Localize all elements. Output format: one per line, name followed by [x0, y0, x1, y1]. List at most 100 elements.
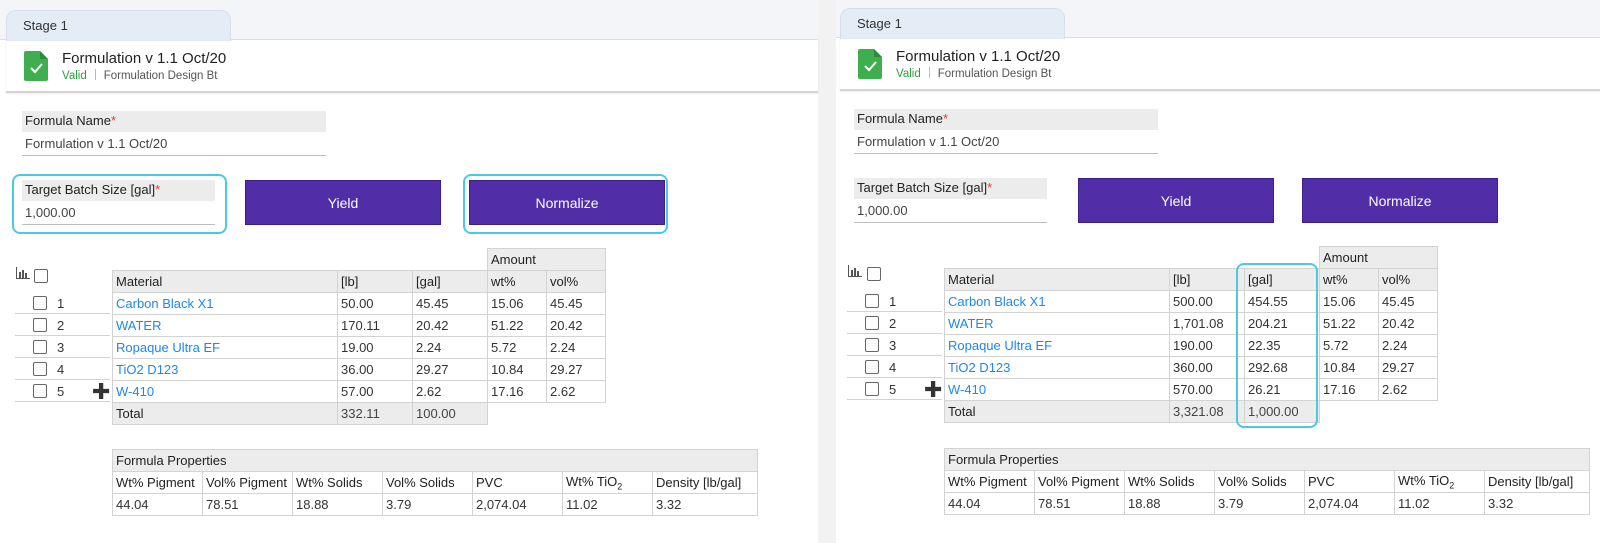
wt-cell[interactable]: 51.22 [487, 314, 547, 337]
vol-cell[interactable]: 2.62 [1378, 378, 1438, 401]
formulation-header: Formulation v 1.1 Oct/20 Valid Formulatio… [6, 41, 818, 93]
lb-cell[interactable]: 50.00 [337, 292, 413, 315]
batch-size-input[interactable]: 1,000.00 [22, 201, 215, 225]
wt-cell[interactable]: 5.72 [1319, 334, 1379, 357]
batch-size-field[interactable]: Target Batch Size [gal]* 1,000.00 [854, 178, 1047, 223]
row-checkbox[interactable] [33, 296, 47, 310]
material-link[interactable]: W-410 [112, 380, 338, 403]
gal-cell[interactable]: 2.24 [412, 336, 488, 359]
property-header: PVC [1304, 470, 1395, 493]
lb-cell[interactable]: 190.00 [1169, 334, 1245, 357]
material-link[interactable]: Carbon Black X1 [944, 290, 1170, 313]
batch-size-input[interactable]: 1,000.00 [854, 199, 1047, 223]
normalize-button[interactable]: Normalize [1302, 178, 1498, 223]
material-link[interactable]: WATER [944, 312, 1170, 335]
material-column-header[interactable]: Material [112, 270, 338, 293]
wt-cell[interactable]: 17.16 [487, 380, 547, 403]
row-checkbox[interactable] [865, 382, 879, 396]
total-label: Total [944, 400, 1170, 423]
plus-icon[interactable]: ✚ [924, 379, 942, 401]
formula-name-input[interactable]: Formulation v 1.1 Oct/20 [854, 130, 1158, 154]
row-checkbox[interactable] [865, 294, 879, 308]
table-header-row: Material [lb] [gal] wt% vol% [944, 268, 1438, 291]
lb-cell[interactable]: 170.11 [337, 314, 413, 337]
lb-column-header[interactable]: [lb] [337, 270, 413, 293]
normalize-button[interactable]: Normalize [469, 180, 665, 225]
lb-cell[interactable]: 19.00 [337, 336, 413, 359]
gal-cell[interactable]: 29.27 [412, 358, 488, 381]
formula-properties-table: Formula Properties Wt% Pigment Vol% Pigm… [112, 449, 758, 516]
formula-name-field[interactable]: Formula Name* Formulation v 1.1 Oct/20 [854, 109, 1158, 154]
gal-cell[interactable]: 2.62 [412, 380, 488, 403]
material-link[interactable]: WATER [112, 314, 338, 337]
wt-cell[interactable]: 10.84 [487, 358, 547, 381]
vol-cell[interactable]: 29.27 [1378, 356, 1438, 379]
material-column-header[interactable]: Material [944, 268, 1170, 291]
vol-cell[interactable]: 2.24 [1378, 334, 1438, 357]
lb-cell[interactable]: 1,701.08 [1169, 312, 1245, 335]
required-mark: * [987, 180, 993, 195]
tab-stage-1[interactable]: Stage 1 [6, 10, 231, 41]
lb-cell[interactable]: 500.00 [1169, 290, 1245, 313]
wt-cell[interactable]: 15.06 [487, 292, 547, 315]
material-link[interactable]: W-410 [944, 378, 1170, 401]
gal-cell[interactable]: 45.45 [412, 292, 488, 315]
vol-column-header[interactable]: vol% [1378, 268, 1438, 291]
vol-cell[interactable]: 2.62 [546, 380, 606, 403]
wt-column-header[interactable]: wt% [487, 270, 547, 293]
formula-name-input[interactable]: Formulation v 1.1 Oct/20 [22, 132, 326, 156]
vol-cell[interactable]: 45.45 [546, 292, 606, 315]
row-checkbox[interactable] [865, 338, 879, 352]
vol-cell[interactable]: 20.42 [1378, 312, 1438, 335]
chart-bars-icon[interactable] [16, 267, 30, 279]
lb-column-header[interactable]: [lb] [1169, 268, 1245, 291]
batch-size-field[interactable]: Target Batch Size [gal]* 1,000.00 [22, 180, 215, 225]
wt-cell[interactable]: 51.22 [1319, 312, 1379, 335]
vol-cell[interactable]: 29.27 [546, 358, 606, 381]
material-link[interactable]: TiO2 D123 [944, 356, 1170, 379]
row-checkbox[interactable] [33, 362, 47, 376]
wt-cell[interactable]: 10.84 [1319, 356, 1379, 379]
yield-button[interactable]: Yield [245, 180, 441, 225]
row-number: 3 [889, 338, 897, 353]
yield-button[interactable]: Yield [1078, 178, 1274, 223]
property-header: Vol% Pigment [202, 471, 293, 494]
row-checkbox[interactable] [865, 316, 879, 330]
properties-value-row: 44.04 78.51 18.88 3.79 2,074.04 11.02 3.… [944, 492, 1590, 515]
material-link[interactable]: Carbon Black X1 [112, 292, 338, 315]
header-subtitle: Valid Formulation Design Bt [896, 67, 1052, 80]
lb-cell[interactable]: 57.00 [337, 380, 413, 403]
formula-name-field[interactable]: Formula Name* Formulation v 1.1 Oct/20 [22, 111, 326, 156]
wt-cell[interactable]: 15.06 [1319, 290, 1379, 313]
stage-bar: Stage 1 [0, 0, 818, 41]
row-checkbox[interactable] [33, 384, 47, 398]
select-all-checkbox[interactable] [867, 267, 881, 281]
document-check-icon [24, 51, 48, 81]
select-all-checkbox[interactable] [34, 269, 48, 283]
vol-column-header[interactable]: vol% [546, 270, 606, 293]
wt-cell[interactable]: 17.16 [1319, 378, 1379, 401]
vol-cell[interactable]: 20.42 [546, 314, 606, 337]
material-link[interactable]: Ropaque Ultra EF [112, 336, 338, 359]
wt-cell[interactable]: 5.72 [487, 336, 547, 359]
wt-column-header[interactable]: wt% [1319, 268, 1379, 291]
property-value: 3.79 [382, 493, 473, 516]
chart-bars-icon[interactable] [848, 265, 862, 277]
gal-cell[interactable]: 20.42 [412, 314, 488, 337]
vol-cell[interactable]: 45.45 [1378, 290, 1438, 313]
total-label: Total [112, 402, 338, 425]
lb-cell[interactable]: 570.00 [1169, 378, 1245, 401]
lb-cell[interactable]: 360.00 [1169, 356, 1245, 379]
lb-cell[interactable]: 36.00 [337, 358, 413, 381]
vol-cell[interactable]: 2.24 [546, 336, 606, 359]
material-link[interactable]: Ropaque Ultra EF [944, 334, 1170, 357]
plus-icon[interactable]: ✚ [92, 381, 110, 403]
tab-stage-1[interactable]: Stage 1 [840, 8, 1065, 39]
gal-column-header[interactable]: [gal] [412, 270, 488, 293]
row-checkbox[interactable] [33, 340, 47, 354]
row-checkbox[interactable] [865, 360, 879, 374]
header-subtitle: Valid Formulation Design Bt [62, 69, 218, 82]
formulation-header: Formulation v 1.1 Oct/20 Valid Formulatio… [840, 39, 1600, 91]
row-checkbox[interactable] [33, 318, 47, 332]
material-link[interactable]: TiO2 D123 [112, 358, 338, 381]
